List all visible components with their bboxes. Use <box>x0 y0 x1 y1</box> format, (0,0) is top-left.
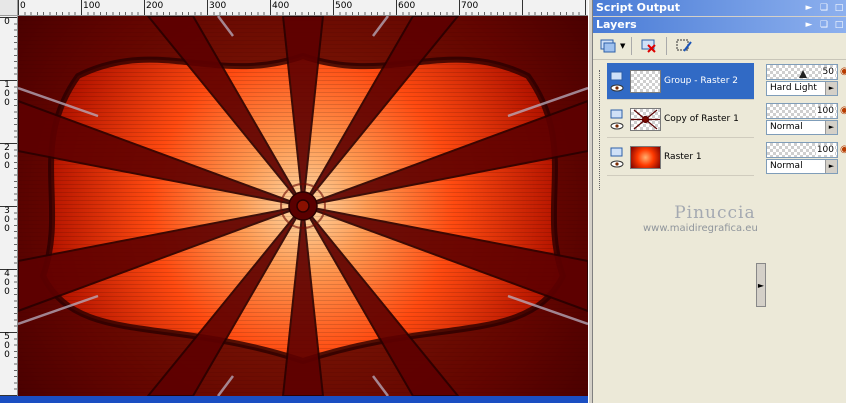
layers-titlebar[interactable]: Layers ► ❏ □ <box>593 17 846 33</box>
chevron-right-icon[interactable]: ► <box>825 82 837 95</box>
restore-icon[interactable]: ❏ <box>819 17 829 33</box>
blend-mode-value: Normal <box>770 122 803 132</box>
ruler-tick: 300 <box>209 1 227 11</box>
ruler-tick: 200 <box>146 1 164 11</box>
toolbar-separator <box>666 37 668 55</box>
layer-icons <box>607 109 627 130</box>
blend-mode-value: Hard Light <box>770 83 817 93</box>
toolbar-separator <box>631 37 633 55</box>
visibility-eye-icon[interactable] <box>610 84 624 92</box>
layer-type-icon <box>610 71 623 80</box>
layer-thumbnail <box>630 69 661 93</box>
new-layer-icon <box>600 39 616 53</box>
ruler-tick: 0 <box>20 1 26 11</box>
layer-icons <box>607 147 627 168</box>
script-output-titlebar[interactable]: Script Output ► ❏ □ <box>593 0 846 16</box>
ruler-tick: 500 <box>335 1 353 11</box>
watermark: Pinuccia www.maidiregrafica.eu <box>643 203 758 235</box>
chevron-right-icon[interactable]: ► <box>825 160 837 173</box>
titlebar-controls: ► ❏ □ <box>804 0 844 16</box>
vertical-ruler: 0 1 0 0 2 0 0 3 0 0 4 0 0 5 0 0 <box>0 16 18 396</box>
blend-mode-select[interactable]: Normal ► <box>766 120 838 135</box>
opacity-value: 100 <box>815 145 835 155</box>
ruler-tick: 3 0 0 <box>4 206 10 234</box>
ruler-tick: 2 0 0 <box>4 143 10 171</box>
layer-icons <box>607 71 627 92</box>
chevron-down-icon[interactable]: ▼ <box>620 42 625 50</box>
chevron-right-icon[interactable]: ► <box>825 121 837 134</box>
layer-name: Raster 1 <box>664 152 702 162</box>
ruler-tick: 100 <box>83 1 101 11</box>
layer-thumbnail <box>630 145 661 169</box>
layer-name: Group - Raster 2 <box>664 76 738 86</box>
opacity-value: 50 <box>821 67 835 77</box>
layer-type-icon <box>610 109 623 118</box>
opacity-slider[interactable]: 100 <box>766 103 838 119</box>
layer-properties-copy-of-raster-1: 100 Normal ► ◉ <box>766 103 846 137</box>
ruler-tick: 0 <box>4 17 10 27</box>
ruler-tick: 1 0 0 <box>4 80 10 108</box>
opacity-slider-thumb[interactable] <box>799 70 807 78</box>
script-output-title: Script Output <box>596 1 681 14</box>
titlebar-controls: ► ❏ □ <box>804 17 844 33</box>
status-strip <box>0 396 592 403</box>
new-layer-button[interactable] <box>597 36 619 56</box>
image-canvas[interactable] <box>18 16 588 396</box>
kaleidoscope-artwork <box>18 16 588 396</box>
layer-type-icon <box>610 147 623 156</box>
visibility-eye-icon[interactable] <box>610 122 624 130</box>
close-icon[interactable]: □ <box>834 17 844 33</box>
watermark-name: Pinuccia <box>674 203 756 223</box>
layer-row-group-raster-2[interactable]: Group - Raster 2 <box>607 63 754 100</box>
layer-properties-group-raster-2: 50 Hard Light ► ◉ <box>766 64 846 98</box>
panel-collapse-handle[interactable]: ► <box>756 263 766 307</box>
watermark-url: www.maidiregrafica.eu <box>643 223 758 234</box>
layer-properties-raster-1: 100 Normal ► ◉ <box>766 142 846 176</box>
lock-transparency-icon[interactable]: ◉ <box>840 105 846 118</box>
close-icon[interactable]: □ <box>834 0 844 16</box>
blend-mode-select[interactable]: Normal ► <box>766 159 838 174</box>
edit-selection-button[interactable] <box>673 36 695 56</box>
layer-row-copy-of-raster-1[interactable]: Copy of Raster 1 <box>607 101 754 138</box>
layer-row-raster-1[interactable]: Raster 1 <box>607 139 754 176</box>
blend-mode-value: Normal <box>770 161 803 171</box>
visibility-eye-icon[interactable] <box>610 160 624 168</box>
restore-icon[interactable]: ❏ <box>819 0 829 16</box>
opacity-slider[interactable]: 100 <box>766 142 838 158</box>
horizontal-ruler: 0 100 200 300 400 500 600 700 <box>18 0 588 16</box>
center-rosette <box>288 191 318 221</box>
layers-toolbar: ▼ <box>593 33 846 60</box>
layer-name: Copy of Raster 1 <box>664 114 739 124</box>
ruler-corner <box>0 0 18 16</box>
lock-transparency-icon[interactable]: ◉ <box>840 144 846 157</box>
layers-title: Layers <box>596 18 637 31</box>
delete-layer-icon <box>641 39 657 53</box>
opacity-value: 100 <box>815 106 835 116</box>
group-tree-line <box>599 70 601 190</box>
kaleidoscope-thumbnail <box>631 109 660 129</box>
ruler-tick: 400 <box>272 1 290 11</box>
delete-layer-button[interactable] <box>638 36 660 56</box>
blend-mode-select[interactable]: Hard Light ► <box>766 81 838 96</box>
ruler-tick: 4 0 0 <box>4 269 10 297</box>
lock-transparency-icon[interactable]: ◉ <box>840 66 846 79</box>
edit-selection-icon <box>676 39 693 52</box>
ruler-tick: 700 <box>461 1 479 11</box>
pin-icon[interactable]: ► <box>804 0 814 16</box>
layer-thumbnail <box>630 107 661 131</box>
ruler-tick: 600 <box>398 1 416 11</box>
ruler-tick: 5 0 0 <box>4 332 10 360</box>
opacity-slider[interactable]: 50 <box>766 64 838 80</box>
pin-icon[interactable]: ► <box>804 17 814 33</box>
